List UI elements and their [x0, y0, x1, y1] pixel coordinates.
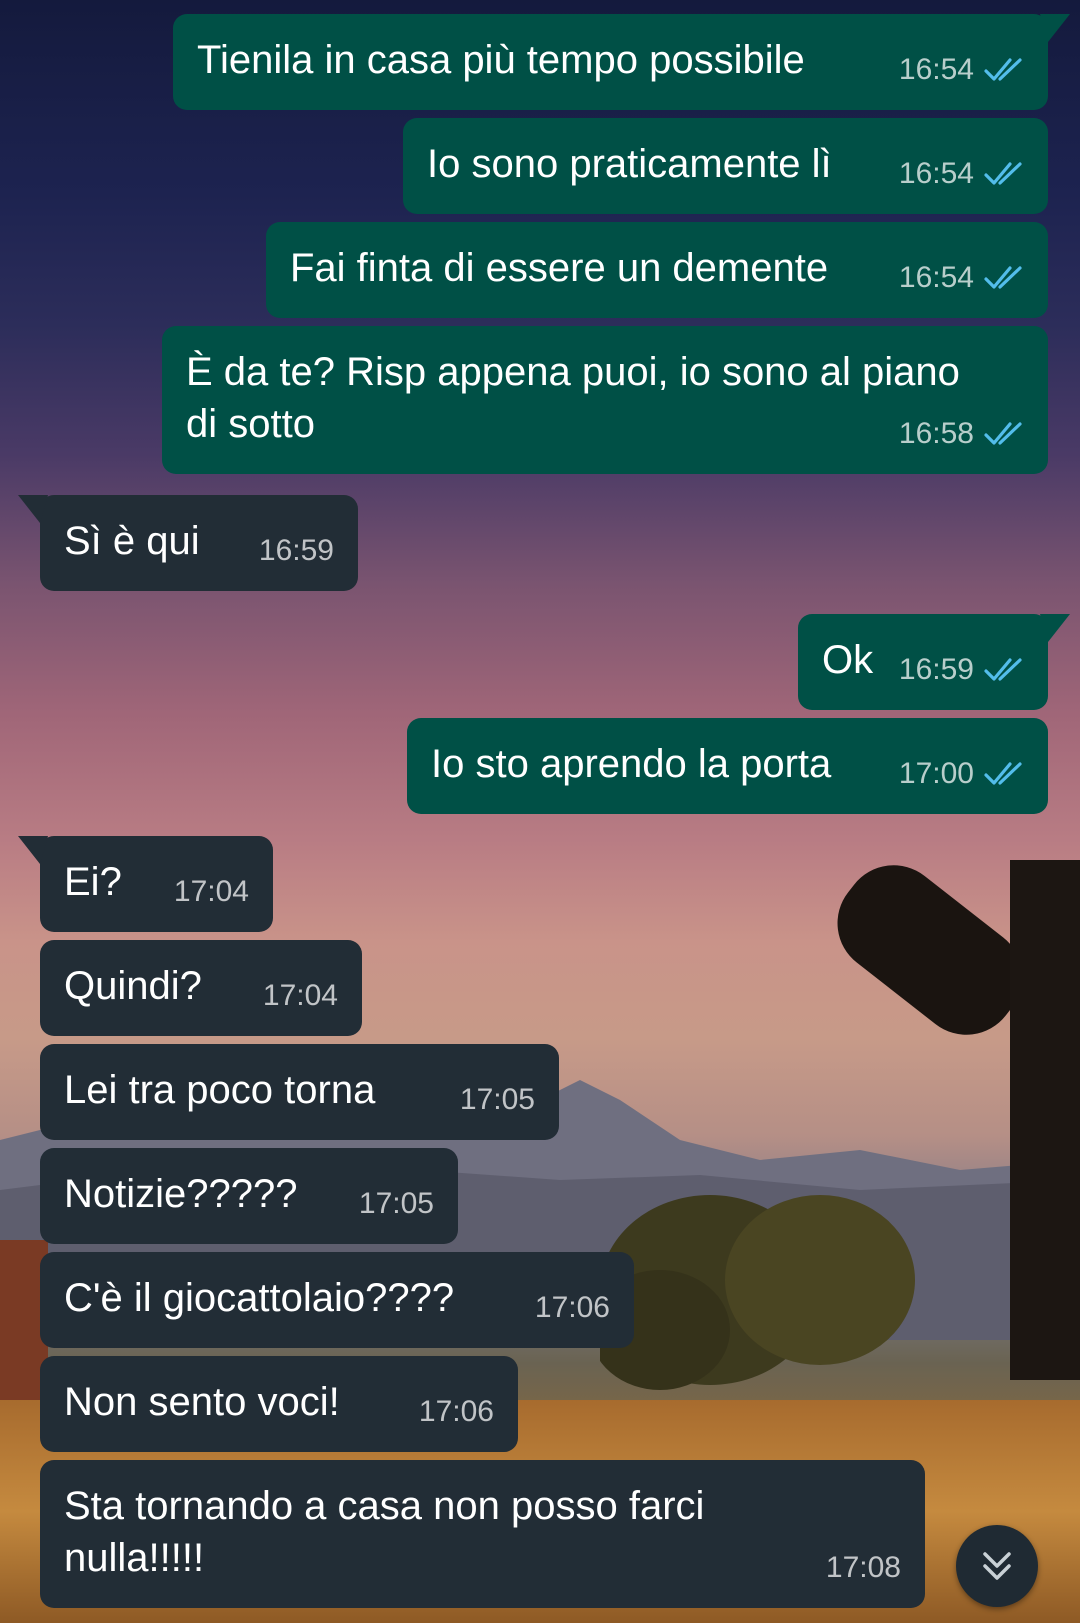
double-check-icon — [984, 422, 1022, 445]
message-time: 17:08 — [825, 1551, 901, 1584]
wallpaper-post — [1010, 860, 1080, 1380]
message-incoming[interactable]: Quindi? 17:04 — [40, 940, 362, 1036]
message-incoming[interactable]: C'è il giocattolaio???? 17:06 — [40, 1252, 634, 1348]
bubble-tail — [1040, 614, 1070, 642]
message-time: 16:54 — [898, 157, 974, 190]
message-meta: 17:04 — [263, 970, 338, 1022]
double-check-icon — [984, 762, 1022, 785]
message-time: 17:06 — [534, 1291, 610, 1324]
double-check-icon — [984, 162, 1022, 185]
bubble-tail — [18, 495, 48, 523]
message-meta: 17:04 — [174, 866, 249, 918]
message-meta: 17:05 — [460, 1074, 535, 1126]
message-outgoing[interactable]: Ok 16:59 — [798, 614, 1070, 710]
bubble-tail — [1040, 14, 1070, 42]
message-time: 17:05 — [358, 1187, 434, 1220]
message-meta: 17:06 — [535, 1282, 610, 1334]
message-text-line: nulla!!!!! — [64, 1536, 205, 1580]
message-outgoing[interactable]: Tienila in casa più tempo possibile 16:5… — [173, 14, 1070, 110]
chevron-double-down-icon — [983, 1552, 1011, 1580]
message-text-line: È da te? Risp appena puoi, io sono al pi… — [186, 350, 960, 394]
message-incoming[interactable]: Lei tra poco torna 17:05 — [40, 1044, 559, 1140]
double-check-icon — [984, 58, 1022, 81]
message-outgoing[interactable]: Io sto aprendo la porta 17:00 — [407, 718, 1048, 814]
message-outgoing[interactable]: Fai finta di essere un demente 16:54 — [266, 222, 1048, 318]
message-meta: 16:59 — [259, 525, 334, 577]
message-time: 16:58 — [898, 417, 974, 450]
message-meta: 16:58 — [899, 408, 1026, 460]
message-incoming[interactable]: Notizie????? 17:05 — [40, 1148, 458, 1244]
message-meta: 16:54 — [899, 44, 1026, 96]
scroll-to-bottom-button[interactable] — [956, 1525, 1038, 1607]
message-text-line: Sta tornando a casa non posso farci — [64, 1484, 705, 1528]
message-incoming[interactable]: Ei? 17:04 — [18, 836, 273, 932]
message-incoming[interactable]: Sta tornando a casa non posso farci null… — [40, 1460, 925, 1608]
message-time: 16:54 — [898, 261, 974, 294]
message-text: C'è il giocattolaio???? — [64, 1276, 455, 1320]
message-meta: 17:08 — [826, 1542, 901, 1594]
bubble-tail — [18, 836, 48, 864]
double-check-icon — [984, 658, 1022, 681]
message-outgoing[interactable]: Io sono praticamente lì 16:54 — [403, 118, 1048, 214]
message-time: 17:05 — [459, 1083, 535, 1116]
message-meta: 16:59 — [899, 644, 1026, 696]
message-outgoing[interactable]: È da te? Risp appena puoi, io sono al pi… — [162, 326, 1048, 474]
message-meta: 16:54 — [899, 252, 1026, 304]
double-check-icon — [984, 266, 1022, 289]
message-time: 17:04 — [173, 875, 249, 908]
message-time: 16:59 — [898, 653, 974, 686]
message-time: 16:59 — [258, 534, 334, 567]
message-time: 17:04 — [262, 979, 338, 1012]
message-incoming[interactable]: Non sento voci! 17:06 — [40, 1356, 518, 1452]
wallpaper-trees — [600, 1195, 915, 1390]
message-time: 17:06 — [418, 1395, 494, 1428]
message-meta: 16:54 — [899, 148, 1026, 200]
message-meta: 17:05 — [359, 1178, 434, 1230]
message-time: 16:54 — [898, 53, 974, 86]
message-meta: 17:06 — [419, 1386, 494, 1438]
message-time: 17:00 — [898, 757, 974, 790]
message-incoming[interactable]: Sì è qui 16:59 — [18, 495, 358, 591]
message-meta: 17:00 — [899, 748, 1026, 800]
